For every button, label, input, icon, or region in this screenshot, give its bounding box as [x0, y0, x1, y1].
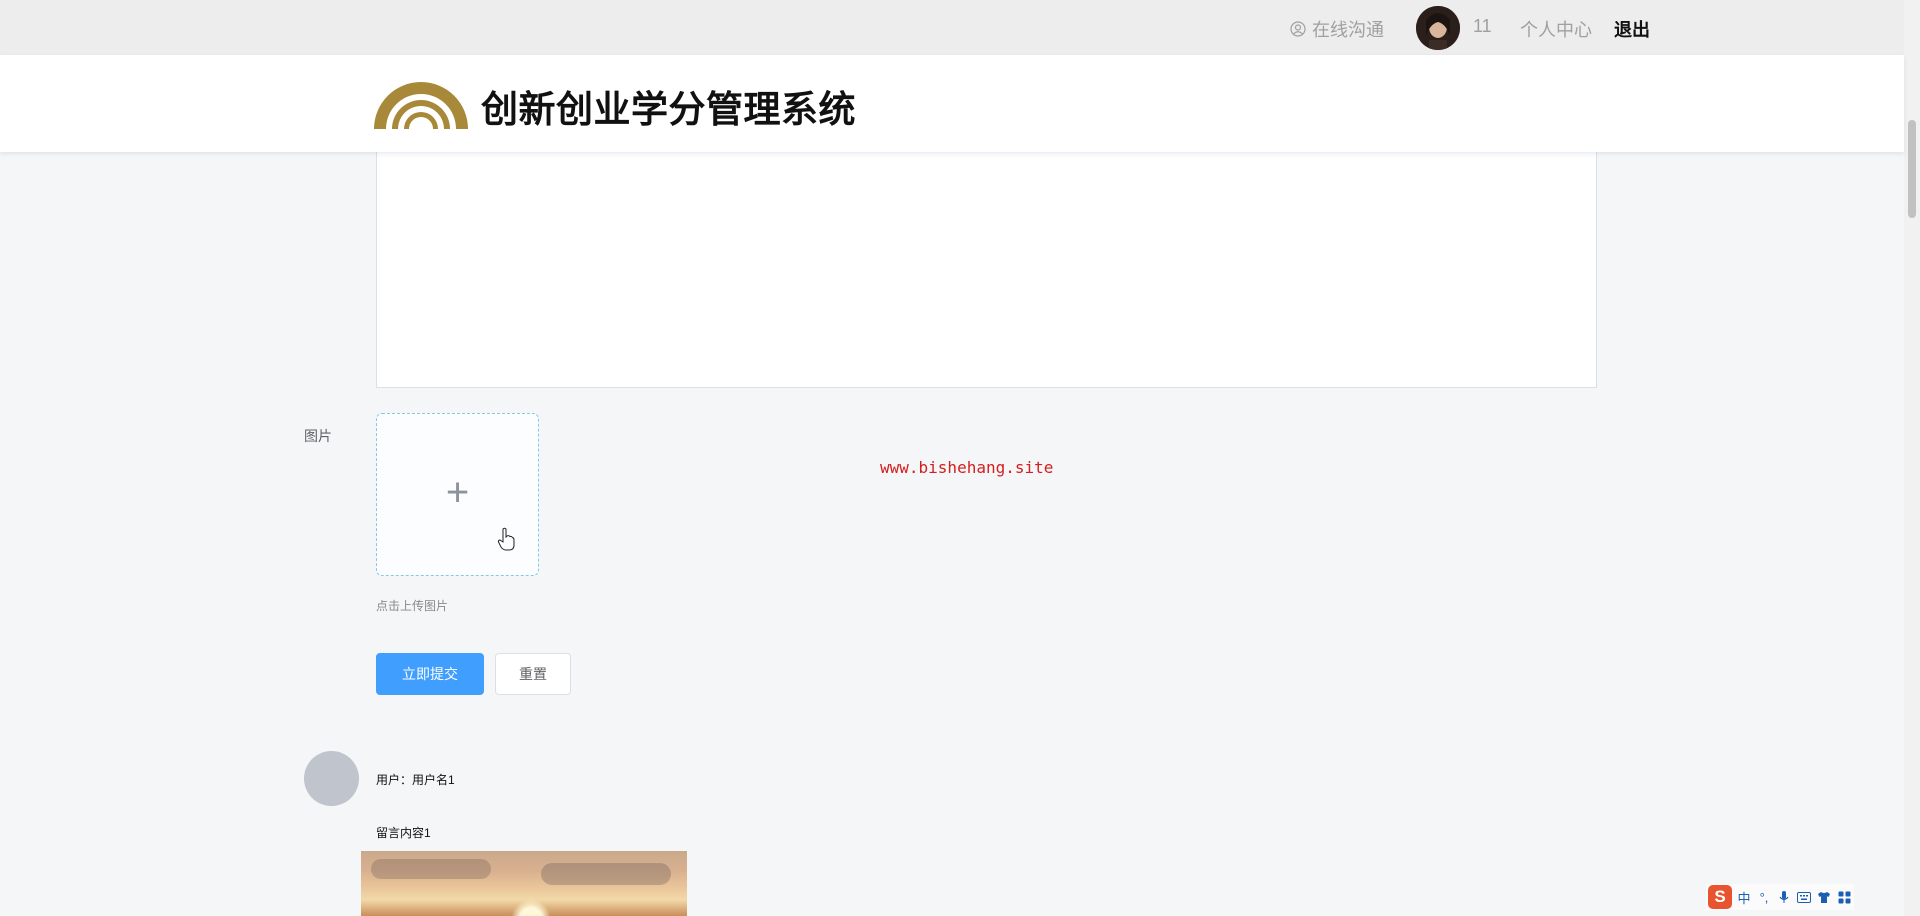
skin-shirt-icon[interactable] [1816, 889, 1832, 905]
username[interactable]: 11 [1473, 16, 1492, 37]
scrollbar-thumb[interactable] [1908, 120, 1916, 218]
comment-avatar [304, 751, 359, 806]
top-bar: 在线沟通 11 个人中心 退出 [0, 0, 1904, 55]
site-title: 创新创业学分管理系统 [481, 89, 856, 130]
watermark-text: www.bishehang.site [880, 458, 1054, 477]
submit-button[interactable]: 立即提交 [376, 653, 484, 695]
hand-pointer-icon [497, 527, 515, 551]
comment-image [361, 851, 687, 916]
avatar-portrait-icon [1416, 6, 1460, 50]
comment-content: 留言内容1 [376, 826, 431, 840]
arch-logo-icon [374, 82, 468, 129]
sogou-logo-icon[interactable]: S [1708, 885, 1732, 909]
comment-user: 用户：用户名1 [376, 773, 455, 787]
reset-button[interactable]: 重置 [495, 653, 571, 695]
ime-toolbar[interactable]: S 中 °, [1706, 884, 1854, 910]
image-field-label: 图片 [304, 428, 332, 444]
user-avatar[interactable] [1416, 6, 1460, 50]
online-chat-link[interactable]: 在线沟通 [1290, 16, 1384, 42]
ime-language-toggle[interactable]: 中 [1736, 889, 1752, 906]
logout-link[interactable]: 退出 [1614, 16, 1650, 42]
ime-punctuation-toggle[interactable]: °, [1756, 889, 1772, 905]
upload-tip: 点击上传图片 [376, 599, 449, 613]
microphone-icon[interactable] [1776, 889, 1792, 905]
image-upload-box[interactable]: + [376, 413, 539, 576]
user-circle-icon [1290, 21, 1306, 37]
plus-icon: + [445, 469, 470, 514]
keyboard-icon[interactable] [1796, 889, 1812, 905]
site-header: 创新创业学分管理系统 [0, 55, 1904, 152]
grid-menu-icon[interactable] [1836, 889, 1852, 905]
online-chat-label: 在线沟通 [1312, 20, 1384, 40]
page-scrollbar[interactable] [1904, 0, 1920, 916]
content-textarea[interactable] [376, 140, 1597, 388]
personal-center-link[interactable]: 个人中心 [1520, 16, 1592, 42]
